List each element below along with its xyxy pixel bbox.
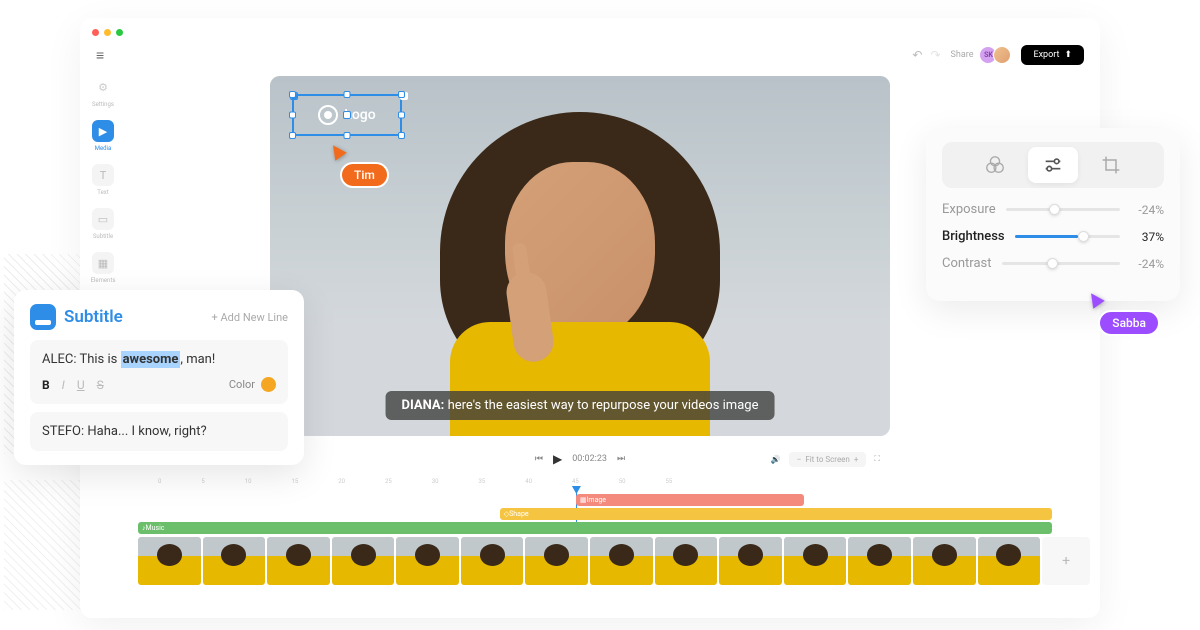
prev-icon[interactable]: ⏮ — [535, 454, 543, 464]
timeline-track-shape[interactable]: ◇ Shape — [500, 508, 1052, 520]
timeline-thumbnails[interactable]: + — [138, 537, 1090, 585]
underline-button[interactable]: U — [77, 378, 85, 392]
cursor-icon — [1086, 289, 1105, 308]
resize-handle[interactable] — [289, 91, 296, 98]
hamburger-icon[interactable]: ≡ — [96, 47, 104, 64]
sidebar-item-media[interactable]: ▶ Media — [92, 120, 114, 152]
resize-handle[interactable] — [398, 91, 405, 98]
slider[interactable] — [1015, 235, 1120, 238]
logo-element[interactable]: Logo — [292, 94, 402, 136]
timeline-thumbnail[interactable] — [203, 537, 266, 585]
subtitle-line[interactable]: STEFO: Haha... I know, right? — [30, 412, 288, 451]
timeline-ruler: 0510152025303540455055 — [138, 478, 1090, 492]
adjust-row-brightness[interactable]: Brightness37% — [942, 229, 1164, 244]
adjust-row-contrast[interactable]: Contrast-24% — [942, 256, 1164, 271]
resize-handle[interactable] — [398, 112, 405, 119]
sidebar-item-settings[interactable]: ⚙ Settings — [92, 76, 114, 108]
logo-text: Logo — [344, 107, 375, 123]
timeline-thumbnail[interactable] — [267, 537, 330, 585]
subtitle-panel: Subtitle + Add New Line ALEC: This is aw… — [14, 290, 304, 465]
elements-icon: ▦ — [92, 252, 114, 274]
subtitle-line[interactable]: ALEC: This is awesome, man! B I U S Colo… — [30, 340, 288, 404]
timeline-thumbnail[interactable] — [525, 537, 588, 585]
filter-icon — [984, 154, 1006, 176]
playback-time: 00:02:23 — [572, 454, 607, 464]
add-clip-button[interactable]: + — [1042, 537, 1090, 585]
resize-handle[interactable] — [344, 132, 351, 139]
timeline-thumbnail[interactable] — [590, 537, 653, 585]
timeline-thumbnail[interactable] — [332, 537, 395, 585]
cursor-icon — [327, 141, 346, 160]
video-subtitle-overlay: DIANA: here's the easiest way to repurpo… — [386, 391, 775, 420]
timeline[interactable]: 0510152025303540455055 ▦ Image ◇ Shape ♪… — [138, 478, 1090, 608]
maximize-dot[interactable] — [116, 29, 123, 36]
timeline-thumbnail[interactable] — [784, 537, 847, 585]
adjust-row-exposure[interactable]: Exposure-24% — [942, 202, 1164, 217]
italic-button[interactable]: I — [62, 378, 65, 392]
sidebar-item-elements[interactable]: ▦ Elements — [91, 252, 116, 284]
crop-icon — [1101, 155, 1121, 175]
undo-icon[interactable]: ↶ — [912, 48, 922, 62]
timeline-thumbnail[interactable] — [396, 537, 459, 585]
sliders-icon — [1042, 154, 1064, 176]
subtitle-panel-icon — [30, 304, 56, 330]
collaborator-avatars[interactable]: SK — [983, 46, 1011, 64]
subtitle-icon: ▭ — [92, 208, 114, 230]
fullscreen-icon[interactable]: ⛶ — [874, 454, 880, 464]
resize-handle[interactable] — [344, 91, 351, 98]
subtitle-text[interactable]: ALEC: This is awesome, man! — [42, 352, 276, 367]
color-swatch — [261, 377, 276, 392]
timeline-thumbnail[interactable] — [655, 537, 718, 585]
slider[interactable] — [1006, 208, 1120, 211]
playback-controls: ⏮ ▶ 00:02:23 ⏭ 🔊 −Fit to Screen+ ⛶ — [270, 448, 890, 470]
timeline-thumbnail[interactable] — [848, 537, 911, 585]
timeline-thumbnail[interactable] — [719, 537, 782, 585]
fit-to-screen-button[interactable]: −Fit to Screen+ — [789, 452, 867, 467]
adjustments-panel: Exposure-24% Brightness37% Contrast-24% — [926, 128, 1180, 301]
upload-icon: ⬆ — [1064, 50, 1072, 60]
subtitle-panel-title: Subtitle — [64, 307, 123, 327]
strikethrough-button[interactable]: S — [97, 378, 104, 392]
share-button[interactable]: Share — [951, 50, 974, 60]
gear-icon: ⚙ — [92, 76, 114, 98]
timeline-track-music[interactable]: ♪ Music — [138, 522, 1052, 534]
bold-button[interactable]: B — [42, 378, 50, 392]
text-icon: T — [92, 164, 114, 186]
resize-handle[interactable] — [289, 112, 296, 119]
color-picker[interactable]: Color — [229, 377, 276, 392]
sidebar-item-text[interactable]: T Text — [92, 164, 114, 196]
next-icon[interactable]: ⏭ — [617, 454, 625, 464]
filter-tab[interactable] — [970, 147, 1020, 183]
top-bar: ≡ ↶ ↷ Share SK Export ⬆ — [80, 38, 1100, 72]
timeline-thumbnail[interactable] — [978, 537, 1041, 585]
adjust-tab[interactable] — [1028, 147, 1078, 183]
redo-icon[interactable]: ↷ — [930, 48, 940, 62]
logo-icon — [318, 105, 338, 125]
video-canvas[interactable]: Logo Tim DIANA: here's the easiest way t… — [270, 76, 890, 436]
crop-tab[interactable] — [1086, 147, 1136, 183]
resize-handle[interactable] — [289, 132, 296, 139]
minimize-dot[interactable] — [104, 29, 111, 36]
video-subject — [410, 112, 750, 436]
play-icon[interactable]: ▶ — [553, 452, 562, 466]
volume-icon[interactable]: 🔊 — [771, 455, 781, 464]
timeline-track-image[interactable]: ▦ Image — [576, 494, 804, 506]
avatar — [993, 46, 1011, 64]
close-dot[interactable] — [92, 29, 99, 36]
timeline-thumbnail[interactable] — [138, 537, 201, 585]
collaborator-cursor-sabba: Sabba — [1088, 292, 1160, 336]
timeline-thumbnail[interactable] — [461, 537, 524, 585]
add-new-line-button[interactable]: + Add New Line — [212, 311, 288, 324]
window-traffic-lights — [80, 18, 1100, 38]
left-sidebar: ⚙ Settings ▶ Media T Text ▭ Subtitle ▦ E… — [80, 72, 126, 284]
resize-handle[interactable] — [398, 132, 405, 139]
media-icon: ▶ — [92, 120, 114, 142]
sidebar-item-subtitle[interactable]: ▭ Subtitle — [92, 208, 114, 240]
timeline-thumbnail[interactable] — [913, 537, 976, 585]
export-button[interactable]: Export ⬆ — [1021, 45, 1084, 65]
collaborator-cursor-tim: Tim — [330, 144, 389, 188]
slider[interactable] — [1002, 262, 1121, 265]
